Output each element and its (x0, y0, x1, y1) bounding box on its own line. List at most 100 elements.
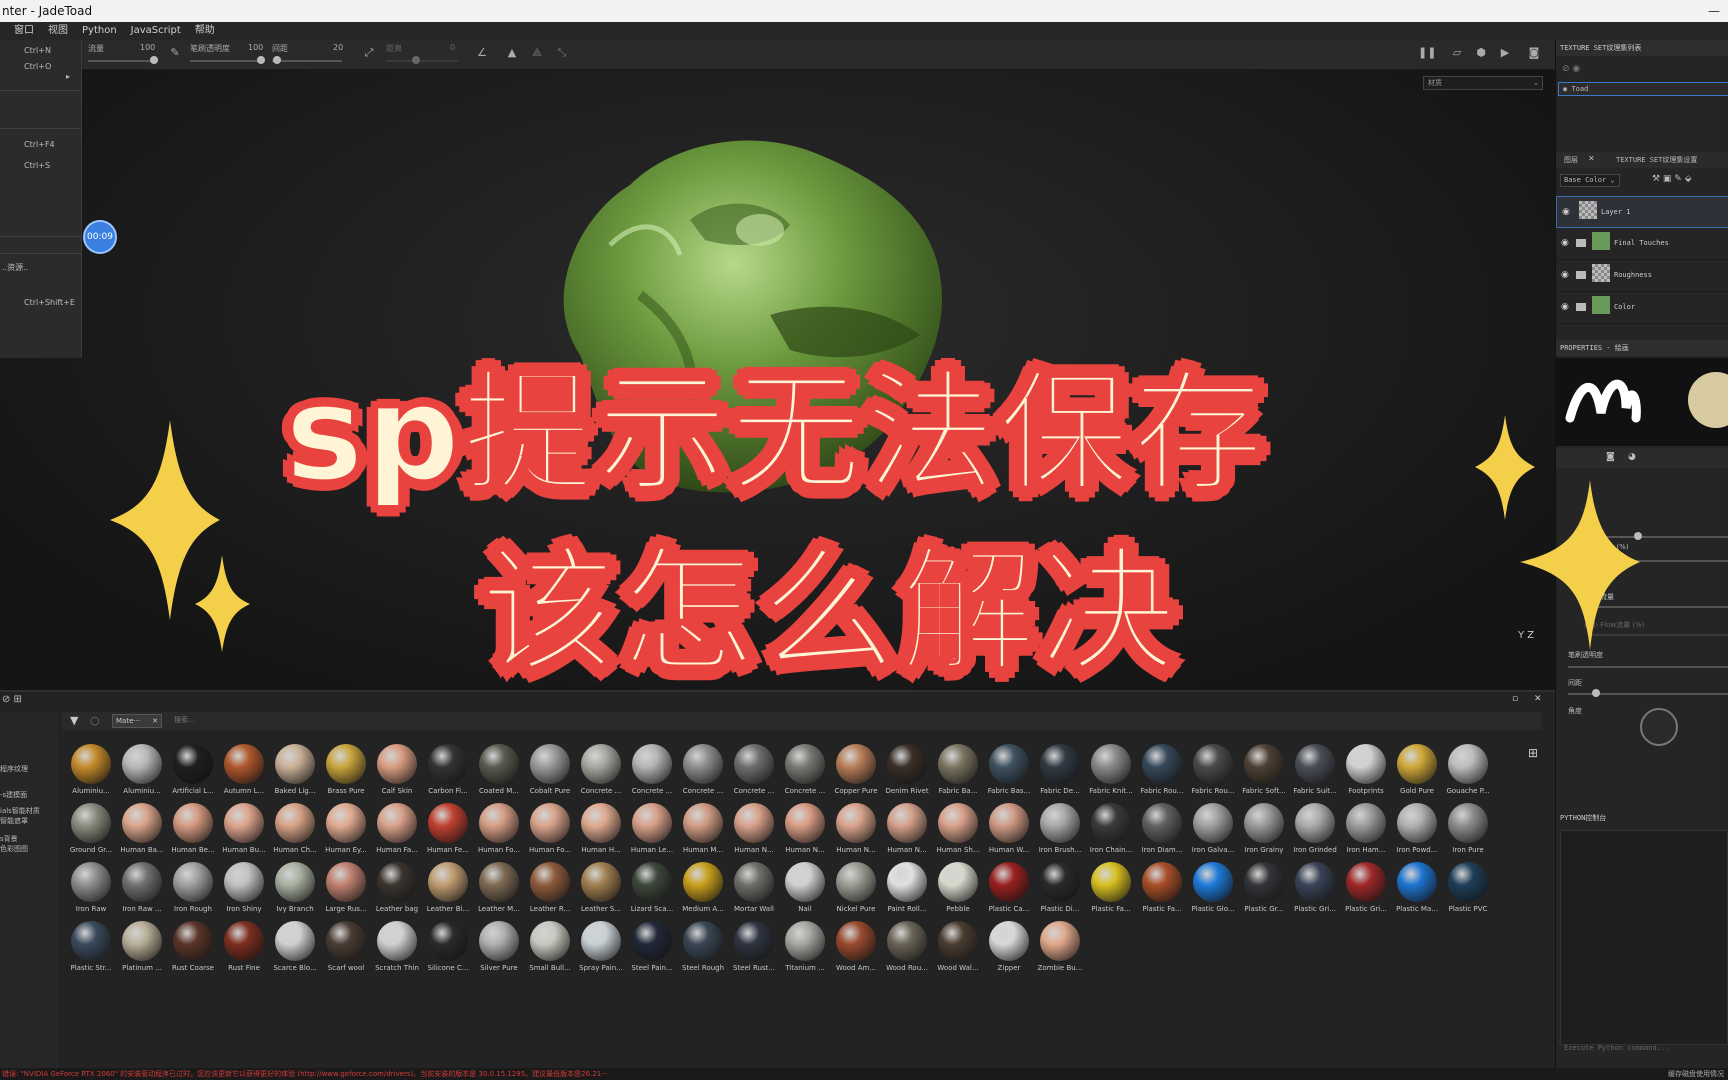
material-tile[interactable]: Human Le... (627, 803, 677, 859)
flow-slider[interactable] (1584, 606, 1728, 608)
mirror-icon[interactable]: ▲ (505, 46, 519, 60)
material-tile[interactable]: Fabric Rou... (1188, 744, 1238, 800)
material-tile[interactable]: Leather S... (576, 862, 626, 918)
material-tile[interactable]: Silver Pure (474, 921, 524, 977)
shelf-category-item[interactable]: -s建模面 (0, 790, 27, 800)
angle-slider-knob[interactable] (412, 56, 420, 64)
material-tile[interactable]: Nickel Pure (831, 862, 881, 918)
material-tile[interactable]: Gold Pure (1392, 744, 1442, 800)
tab-texture-set-settings[interactable]: TEXTURE SET纹理集设置 (1616, 155, 1697, 165)
layer-item[interactable]: ◉ Layer 1 (1556, 196, 1728, 228)
material-tile[interactable]: Iron Grainy (1239, 803, 1289, 859)
material-tile[interactable]: Fabric Soft... (1239, 744, 1289, 800)
material-tile[interactable]: Iron Raw ... (117, 862, 167, 918)
flow-value[interactable]: 100 (140, 43, 155, 52)
material-tile[interactable]: Concrete ... (729, 744, 779, 800)
visibility-icons[interactable]: ⊘ ◉ (1562, 64, 1580, 74)
menu-item[interactable]: 窗口 (14, 22, 34, 40)
material-tile[interactable]: Silicone C... (423, 921, 473, 977)
close-shortcut[interactable]: Ctrl+F4 (24, 140, 55, 149)
material-tile[interactable]: Plastic Fa... (1137, 862, 1187, 918)
symmetry-icon[interactable]: ⤢ (362, 46, 376, 60)
material-tile[interactable]: Baked Lig... (270, 744, 320, 800)
spacing-slider-knob[interactable] (273, 56, 281, 64)
close-icon[interactable]: ✕ (1588, 154, 1595, 163)
material-tile[interactable]: Cobalt Pure (525, 744, 575, 800)
material-tile[interactable]: Human Be... (168, 803, 218, 859)
material-tile[interactable]: Human M... (678, 803, 728, 859)
material-tile[interactable]: Iron Shiny (219, 862, 269, 918)
video-icon[interactable]: ▶ (1498, 46, 1512, 60)
shelf-category-item[interactable]: 色彩图图 (0, 844, 28, 854)
material-tile[interactable]: Calf Skin (372, 744, 422, 800)
material-tile[interactable]: Human Sh... (933, 803, 983, 859)
material-tile[interactable]: Ivy Branch (270, 862, 320, 918)
float-icon[interactable]: ▫ (1512, 694, 1518, 704)
material-tile[interactable]: Plastic PVC (1443, 862, 1493, 918)
new-shortcut[interactable]: Ctrl+N (24, 46, 51, 55)
material-tile[interactable]: Footprints (1341, 744, 1391, 800)
menu-item[interactable]: Python (82, 22, 117, 40)
material-tile[interactable]: Titanium ... (780, 921, 830, 977)
material-tile[interactable]: Aluminiu... (66, 744, 116, 800)
material-tile[interactable]: Concrete ... (678, 744, 728, 800)
material-tile[interactable]: Pebble (933, 862, 983, 918)
material-tile[interactable]: Zombie Bu... (1035, 921, 1085, 977)
material-tile[interactable]: Platinum ... (117, 921, 167, 977)
material-tile[interactable]: Plastic Gri... (1341, 862, 1391, 918)
material-tile[interactable]: Denim Rivet (882, 744, 932, 800)
screenshot-icon[interactable]: ◙ (1527, 46, 1541, 60)
material-tile[interactable]: Plastic Gri... (1290, 862, 1340, 918)
material-tile[interactable]: Paint Roll... (882, 862, 932, 918)
resize-icon[interactable]: ⤡ (555, 46, 569, 60)
material-tile[interactable]: Artificial L... (168, 744, 218, 800)
spacing-slider-knob[interactable] (1592, 689, 1600, 697)
grid-view-icon[interactable]: ⊞ (1528, 746, 1538, 760)
material-tile[interactable]: Human N... (831, 803, 881, 859)
material-tile[interactable]: Iron Chain... (1086, 803, 1136, 859)
texture-set-item[interactable]: ◉ Toad (1558, 82, 1728, 96)
material-tile[interactable]: Fabric Ba... (933, 744, 983, 800)
material-tile[interactable]: Fabric Suit... (1290, 744, 1340, 800)
close-icon[interactable]: ✕ (1534, 694, 1542, 704)
material-tile[interactable]: Large Rus... (321, 862, 371, 918)
shelf-category-item[interactable]: ials智能材质 (0, 806, 40, 816)
circle-filter-icon[interactable]: ○ (90, 714, 100, 727)
material-tile[interactable]: Human Fa... (372, 803, 422, 859)
material-tile[interactable]: Rust Coarse (168, 921, 218, 977)
material-tile[interactable]: Fabric Bas... (984, 744, 1034, 800)
material-tile[interactable]: Scarf wool (321, 921, 371, 977)
material-tile[interactable]: Brass Pure (321, 744, 371, 800)
material-tile[interactable]: Scarce Blo... (270, 921, 320, 977)
cube-icon[interactable]: ⬢ (1474, 46, 1488, 60)
material-tile[interactable]: Medium A... (678, 862, 728, 918)
material-tile[interactable]: Mortar Wall (729, 862, 779, 918)
min-size-slider[interactable] (1592, 560, 1728, 562)
material-tile[interactable]: Concrete ... (780, 744, 830, 800)
material-mode-select[interactable]: 材质 ⌄ (1423, 76, 1543, 90)
shelf-view-icons[interactable]: ⊘ ⊞ (2, 694, 22, 705)
material-tile[interactable]: Plastic Glo... (1188, 862, 1238, 918)
material-tile[interactable]: Fabric Rou... (1137, 744, 1187, 800)
angle-value[interactable]: 0 (450, 43, 455, 52)
layer-tools-icons[interactable]: ⚒ ▣ ✎ ⬙ (1652, 174, 1692, 184)
material-tile[interactable]: Steel Rough (678, 921, 728, 977)
eye-icon[interactable]: ◉ (1562, 207, 1570, 217)
material-filter-chip[interactable]: Mate··· ✕ (112, 714, 162, 728)
camera-view-icon[interactable]: ▱ (1450, 46, 1464, 60)
material-tile[interactable]: Wood Wal... (933, 921, 983, 977)
flow-slider-knob[interactable] (150, 56, 158, 64)
shelf-category-item[interactable]: 程序纹理 (0, 764, 28, 774)
material-tile[interactable]: Carbon Fi... (423, 744, 473, 800)
material-tile[interactable]: Plastic Str... (66, 921, 116, 977)
material-tile[interactable]: Human Fo... (525, 803, 575, 859)
flow-slider[interactable] (88, 60, 158, 62)
spacing-value[interactable]: 20 (333, 43, 343, 52)
angle-slider[interactable] (386, 60, 458, 62)
material-tile[interactable]: Human Fe... (423, 803, 473, 859)
min-flow-slider[interactable] (1592, 634, 1728, 636)
tab-layers[interactable]: 图层 (1564, 155, 1578, 165)
shelf-category-item[interactable]: 智能遮罩 (0, 816, 28, 826)
size-slider[interactable] (1584, 536, 1728, 538)
eye-icon[interactable]: ◉ (1561, 302, 1569, 312)
